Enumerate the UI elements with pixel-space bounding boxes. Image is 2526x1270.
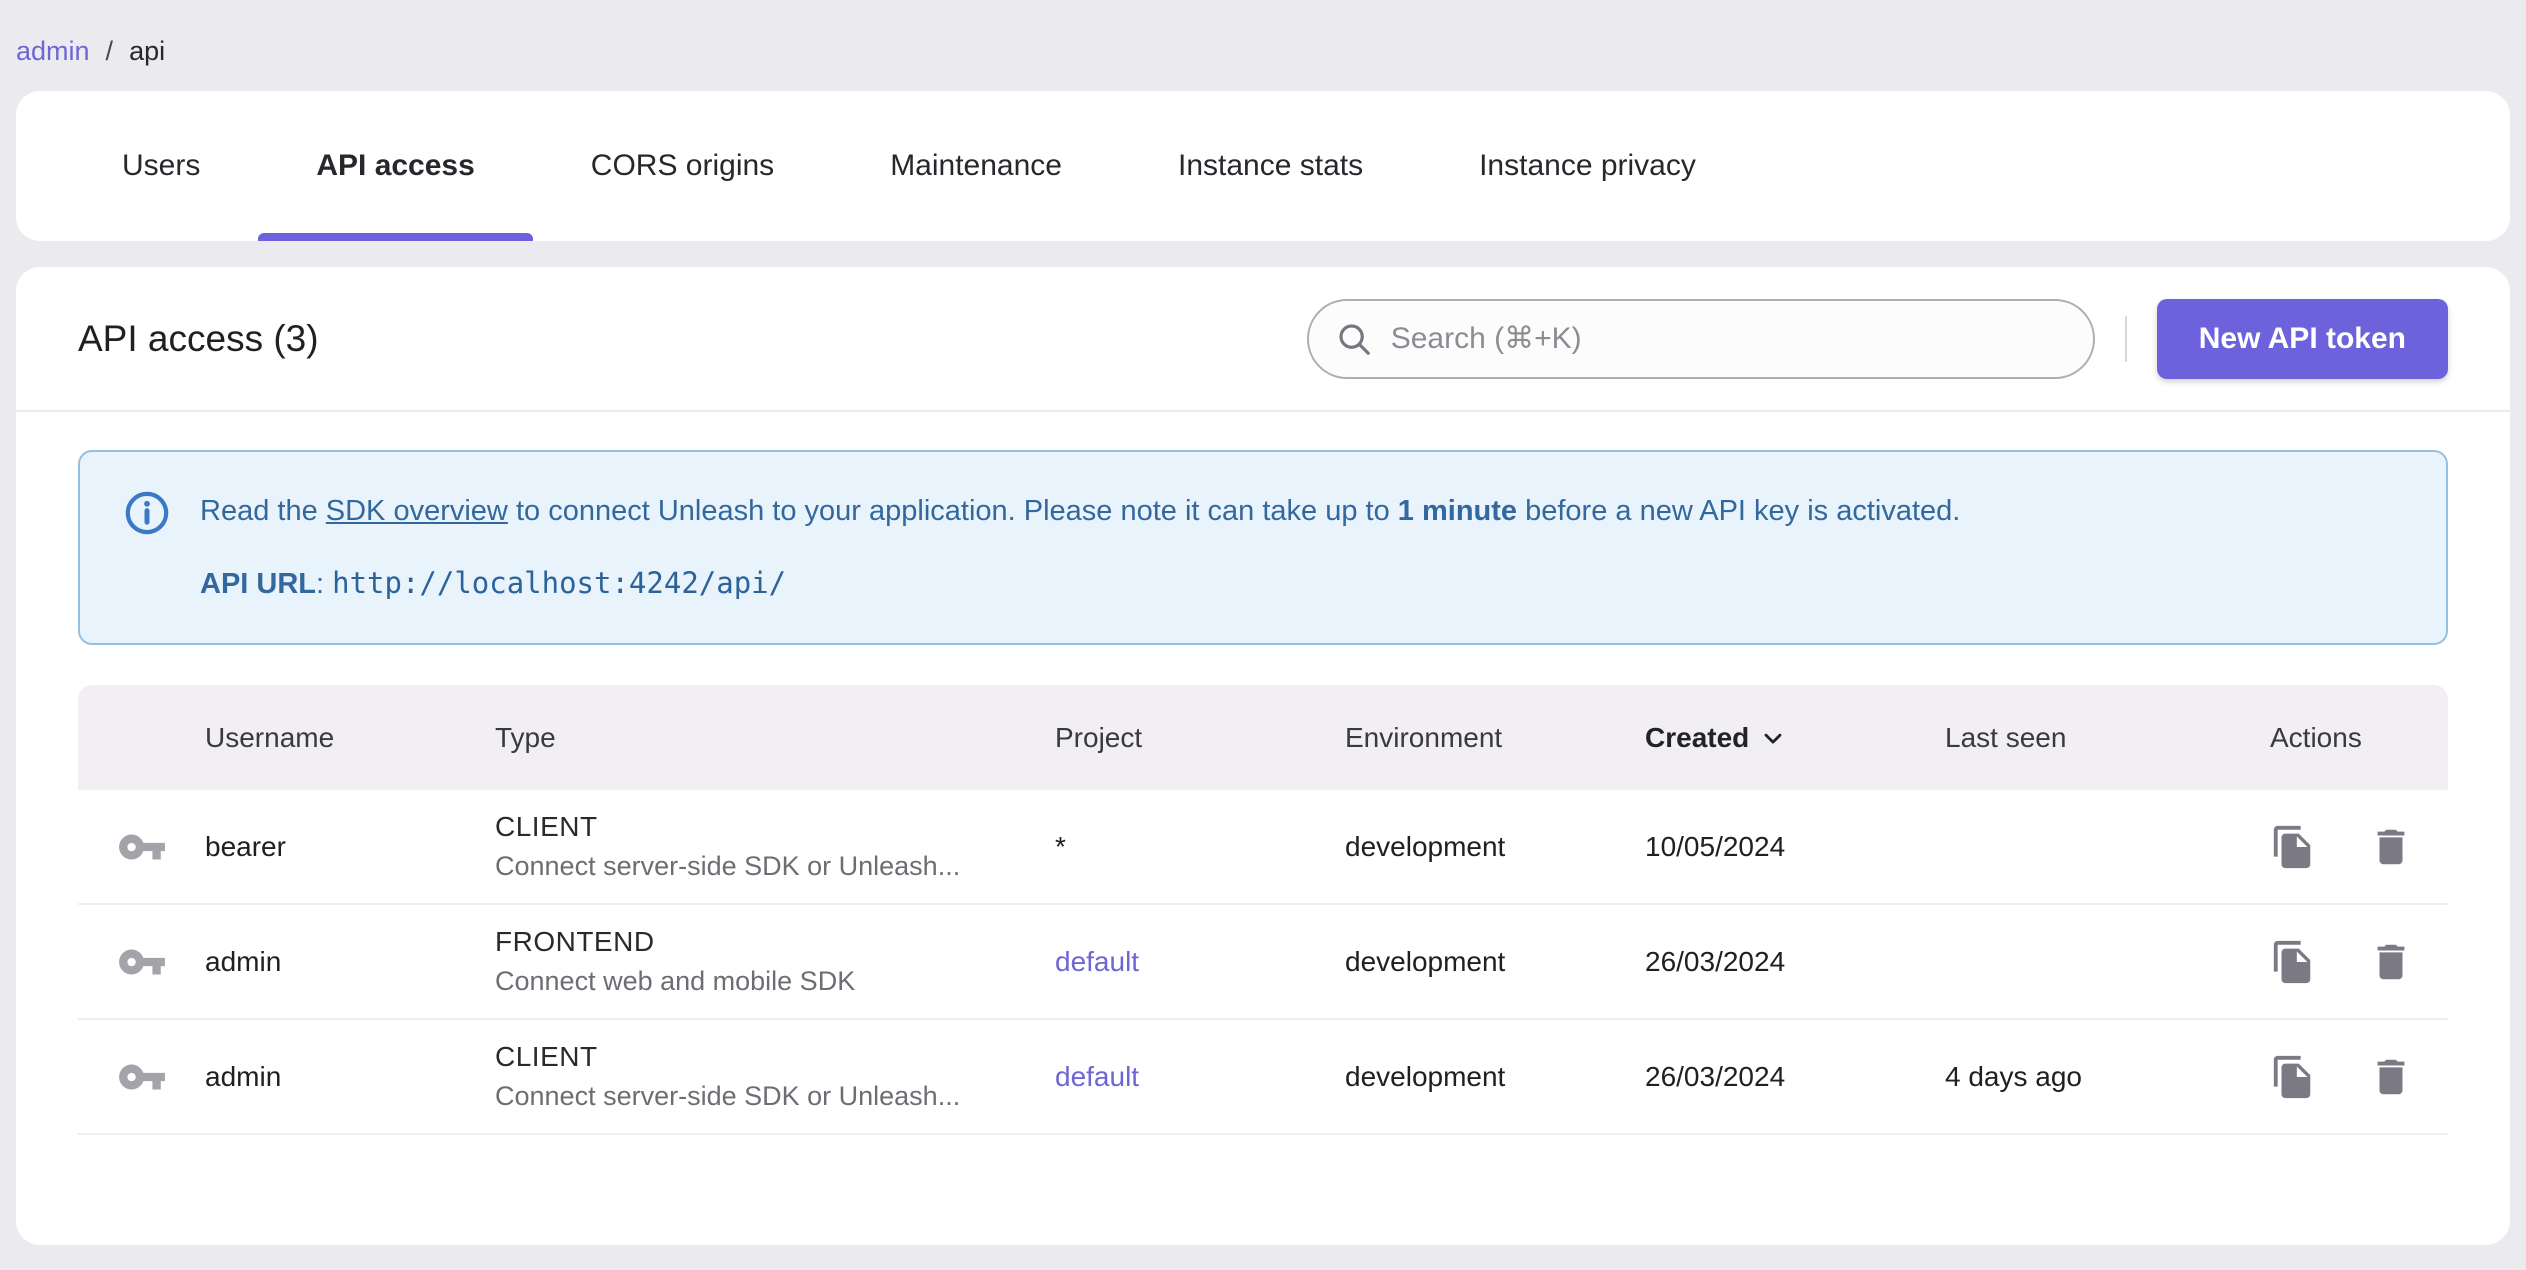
- delete-token-button[interactable]: [2368, 1054, 2414, 1100]
- copy-token-button[interactable]: [2270, 939, 2316, 985]
- token-type-cell: FRONTEND Connect web and mobile SDK: [495, 926, 1055, 997]
- token-created: 26/03/2024: [1645, 945, 1786, 977]
- search-box[interactable]: [1306, 298, 2095, 379]
- info-icon: [125, 491, 169, 535]
- token-type-description: Connect server-side SDK or Unleash...: [495, 1081, 961, 1111]
- tab-cors-origins[interactable]: CORS origins: [533, 91, 832, 241]
- table-row: bearer CLIENT Connect server-side SDK or…: [78, 790, 2448, 905]
- token-project-link[interactable]: default: [1055, 1061, 1139, 1092]
- sdk-info-alert: Read the SDK overview to connect Unleash…: [78, 450, 2448, 645]
- chevron-down-icon: [1764, 733, 1782, 743]
- breadcrumb-admin-link[interactable]: admin: [16, 36, 90, 67]
- card-header: API access (3) New API token: [16, 267, 2510, 412]
- key-icon: [118, 1064, 165, 1089]
- api-tokens-table: Username Type Project Environment Create…: [78, 685, 2448, 1135]
- token-type-description: Connect server-side SDK or Unleash...: [495, 851, 961, 881]
- table-row: admin CLIENT Connect server-side SDK or …: [78, 1020, 2448, 1135]
- column-header-type[interactable]: Type: [495, 722, 1055, 754]
- new-api-token-button[interactable]: New API token: [2156, 298, 2448, 379]
- api-url-line: API URL: http://localhost:4242/api/: [200, 566, 787, 600]
- column-header-username[interactable]: Username: [205, 722, 495, 754]
- tab-maintenance[interactable]: Maintenance: [832, 91, 1120, 241]
- column-header-environment[interactable]: Environment: [1345, 722, 1645, 754]
- token-type-cell: CLIENT Connect server-side SDK or Unleas…: [495, 811, 1055, 882]
- token-created: 10/05/2024: [1645, 830, 1786, 862]
- token-project-link[interactable]: default: [1055, 946, 1139, 977]
- token-type: CLIENT: [495, 1041, 598, 1072]
- column-header-created[interactable]: Created: [1645, 722, 1945, 754]
- alert-text: Read the SDK overview to connect Unleash…: [200, 495, 1961, 527]
- delete-token-button[interactable]: [2368, 824, 2414, 870]
- breadcrumb-separator: /: [105, 36, 114, 66]
- token-username: admin: [205, 945, 282, 977]
- column-header-actions: Actions: [2270, 721, 2362, 753]
- trash-icon: [2377, 829, 2405, 864]
- trash-icon: [2377, 944, 2405, 979]
- token-environment: development: [1345, 945, 1506, 977]
- column-header-project[interactable]: Project: [1055, 722, 1345, 754]
- search-input[interactable]: [1390, 321, 2067, 356]
- token-actions: [2270, 939, 2448, 985]
- tab-instance-stats[interactable]: Instance stats: [1120, 91, 1421, 241]
- key-icon: [118, 834, 165, 859]
- token-created: 26/03/2024: [1645, 1060, 1786, 1092]
- trash-icon: [2377, 1059, 2405, 1094]
- key-icon: [118, 949, 165, 974]
- token-last-seen: 4 days ago: [1945, 1060, 2082, 1092]
- breadcrumb-current: api: [129, 36, 166, 66]
- header-actions: New API token: [1306, 298, 2448, 379]
- tab-api-access[interactable]: API access: [258, 91, 534, 241]
- api-url-value: http://localhost:4242/api/: [332, 566, 787, 600]
- token-project: *: [1055, 830, 1066, 862]
- admin-tabs: Users API access CORS origins Maintenanc…: [16, 91, 2510, 241]
- copy-icon: [2273, 940, 2311, 983]
- copy-icon: [2273, 1055, 2311, 1098]
- copy-token-button[interactable]: [2270, 1054, 2316, 1100]
- tab-users[interactable]: Users: [64, 91, 258, 241]
- table-header-row: Username Type Project Environment Create…: [78, 685, 2448, 790]
- token-environment: development: [1345, 830, 1506, 862]
- divider: [2124, 315, 2127, 362]
- token-type-description: Connect web and mobile SDK: [495, 966, 856, 996]
- token-environment: development: [1345, 1060, 1506, 1092]
- tab-instance-privacy[interactable]: Instance privacy: [1421, 91, 1754, 241]
- column-header-last-seen[interactable]: Last seen: [1945, 722, 2270, 754]
- token-type: CLIENT: [495, 811, 598, 842]
- token-actions: [2270, 824, 2448, 870]
- copy-token-button[interactable]: [2270, 824, 2316, 870]
- page-title: API access (3): [78, 317, 319, 359]
- token-actions: [2270, 1054, 2448, 1100]
- sdk-overview-link[interactable]: SDK overview: [326, 495, 508, 527]
- token-type: FRONTEND: [495, 926, 655, 957]
- token-type-cell: CLIENT Connect server-side SDK or Unleas…: [495, 1041, 1055, 1112]
- api-access-card: API access (3) New API token: [16, 267, 2510, 1245]
- api-url-label: API URL: [200, 568, 316, 600]
- copy-icon: [2273, 825, 2311, 868]
- token-username: admin: [205, 1060, 282, 1092]
- search-icon: [1339, 323, 1370, 355]
- admin-api-page: admin / api Users API access CORS origin…: [0, 0, 2526, 1261]
- delete-token-button[interactable]: [2368, 939, 2414, 985]
- breadcrumb: admin / api: [16, 16, 2510, 91]
- table-row: admin FRONTEND Connect web and mobile SD…: [78, 905, 2448, 1020]
- token-username: bearer: [205, 830, 286, 862]
